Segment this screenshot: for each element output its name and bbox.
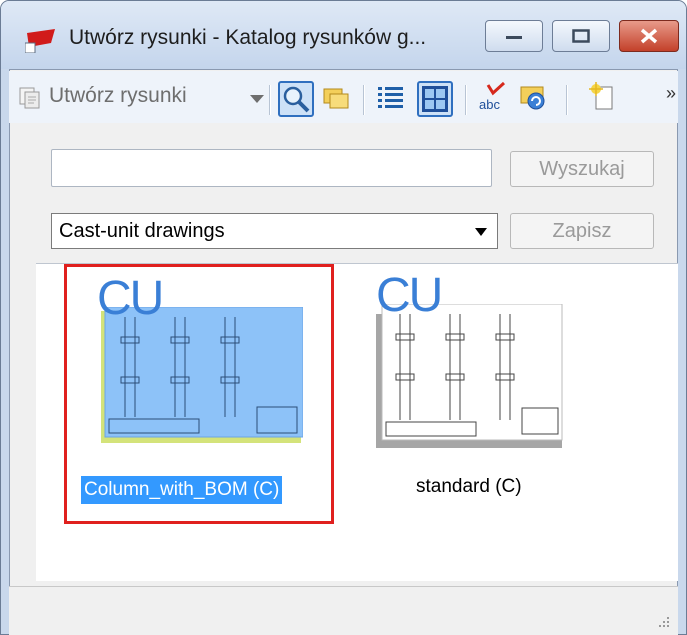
search-icon bbox=[283, 86, 310, 113]
thumbnail-view-icon bbox=[422, 86, 448, 112]
drawing-thumbnail bbox=[376, 304, 563, 448]
close-icon bbox=[640, 28, 658, 44]
new-file-icon bbox=[589, 82, 613, 110]
minimize-icon bbox=[506, 36, 522, 39]
window-title: Utwórz rysunki - Katalog rysunków g... bbox=[69, 26, 427, 49]
title-bar[interactable]: Utwórz rysunki - Katalog rysunków g... bbox=[1, 1, 686, 69]
create-drawings-button[interactable]: Utwórz rysunki bbox=[49, 84, 187, 108]
toolbar-overflow-button[interactable]: » bbox=[666, 83, 676, 104]
refresh-button[interactable] bbox=[518, 81, 554, 117]
search-input[interactable] bbox=[51, 149, 492, 187]
resize-grip-icon[interactable] bbox=[656, 614, 670, 628]
search-toggle-button[interactable] bbox=[278, 81, 314, 117]
toolbar-separator bbox=[465, 85, 467, 115]
new-file-button[interactable] bbox=[587, 81, 623, 117]
selected-drawing-type: Cast-unit drawings bbox=[59, 220, 225, 242]
drawing-thumbnail bbox=[101, 307, 303, 443]
refresh-icon bbox=[520, 86, 545, 110]
toolbar-separator bbox=[269, 85, 271, 115]
status-bar bbox=[9, 586, 678, 635]
list-view-button[interactable] bbox=[375, 81, 411, 117]
toolbar-separator bbox=[566, 85, 568, 115]
toolbar-separator bbox=[363, 85, 365, 115]
app-drawing-icon bbox=[25, 29, 55, 53]
spellcheck-button[interactable]: abc bbox=[476, 81, 512, 117]
close-button[interactable] bbox=[619, 20, 679, 52]
maximize-icon bbox=[572, 29, 590, 43]
chevron-down-icon bbox=[475, 228, 487, 236]
item-label: standard (C) bbox=[416, 476, 522, 497]
spellcheck-icon: abc bbox=[479, 81, 506, 112]
search-button[interactable]: Wyszukaj bbox=[510, 151, 654, 187]
cu-badge: CU bbox=[376, 269, 443, 322]
drawing-type-select[interactable]: Cast-unit drawings bbox=[51, 213, 498, 249]
folder-copy-icon bbox=[323, 88, 349, 109]
svg-text:abc: abc bbox=[479, 97, 500, 112]
list-item-column-with-bom[interactable]: CU Column_with_BOM (C) bbox=[64, 264, 334, 524]
drawing-list[interactable]: CU Column_with_BOM (C) CU standard (C) bbox=[36, 263, 678, 581]
create-drawings-icon bbox=[19, 87, 40, 109]
list-item-standard[interactable]: CU standard (C) bbox=[336, 264, 606, 524]
thumbnail-view-button[interactable] bbox=[417, 81, 453, 117]
create-drawings-dropdown-icon[interactable] bbox=[250, 95, 264, 103]
item-label: Column_with_BOM (C) bbox=[81, 476, 283, 504]
folder-copy-button[interactable] bbox=[320, 81, 356, 117]
maximize-button[interactable] bbox=[552, 20, 610, 52]
list-view-icon bbox=[378, 87, 403, 108]
drawing-catalog-window: Utwórz rysunki - Katalog rysunków g... U… bbox=[0, 0, 687, 635]
toolbar: Utwórz rysunki abc » bbox=[9, 71, 678, 123]
minimize-button[interactable] bbox=[485, 20, 543, 52]
save-button[interactable]: Zapisz bbox=[510, 213, 654, 249]
cu-badge: CU bbox=[97, 272, 164, 325]
